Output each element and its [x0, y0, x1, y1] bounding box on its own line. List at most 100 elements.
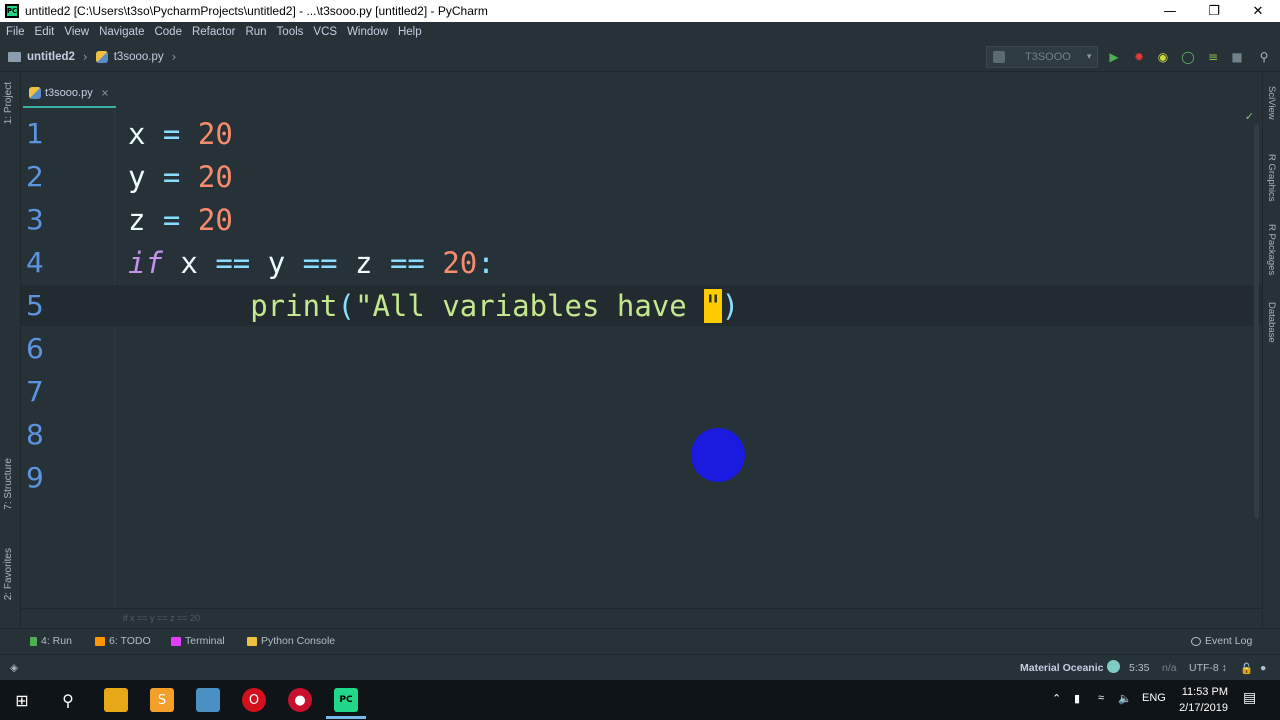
tray-expand-icon[interactable]: ⌃	[1052, 692, 1061, 705]
code-breadcrumb[interactable]: if x == y == z == 20	[123, 613, 200, 623]
close-button[interactable]: ✕	[1236, 0, 1280, 22]
tab-favorites[interactable]: 2: Favorites	[3, 548, 14, 600]
breadcrumb-file[interactable]: t3sooo.py	[114, 51, 164, 63]
record-icon[interactable]: ●	[288, 688, 312, 712]
editor-breadcrumb: if x == y == z == 20	[21, 608, 1262, 628]
caret-position[interactable]: 5:35	[1129, 662, 1149, 674]
line-number: 7	[26, 375, 44, 408]
run-icon[interactable]: ▶	[1106, 49, 1122, 65]
menu-file[interactable]: File	[6, 26, 25, 38]
window-controls: — ❐ ✕	[1148, 0, 1280, 22]
line-number: 8	[26, 418, 44, 451]
todo-icon	[95, 636, 105, 646]
coverage-icon[interactable]: ◉	[1155, 49, 1171, 65]
theme-label[interactable]: Material Oceanic	[1020, 662, 1103, 674]
close-icon[interactable]: ×	[101, 88, 109, 99]
minimize-button[interactable]: —	[1148, 0, 1192, 22]
tab-sciview[interactable]: SciView	[1266, 86, 1277, 120]
windows-taskbar: ⊞ ⚲ S O ● PC ⌃ ▮ ≈ 🔈 ENG 11:53 PM 2/17/2…	[0, 680, 1280, 720]
layers-icon[interactable]: ◈	[10, 662, 18, 674]
notepad-icon[interactable]	[196, 688, 220, 712]
line-number: 2	[26, 160, 44, 193]
maximize-button[interactable]: ❐	[1192, 0, 1236, 22]
tool-event-log[interactable]: Event Log	[1191, 635, 1252, 647]
menu-navigate[interactable]: Navigate	[99, 26, 144, 38]
breadcrumb-separator: ›	[82, 49, 88, 64]
search-icon[interactable]: ⚲	[56, 688, 80, 712]
menu-view[interactable]: View	[64, 26, 89, 38]
line-number: 6	[26, 332, 44, 365]
tab-database[interactable]: Database	[1266, 302, 1277, 343]
left-tool-strip: 1: Project 7: Structure 2: Favorites	[0, 72, 21, 628]
code-text: x = 20	[128, 116, 233, 151]
inspector-icon[interactable]: ●	[1260, 662, 1266, 674]
profile-icon[interactable]: ◯	[1180, 49, 1196, 65]
tab-r-packages[interactable]: R Packages	[1266, 224, 1277, 275]
tab-label: t3sooo.py	[45, 87, 93, 99]
line-number: 1	[26, 117, 44, 150]
editor-tabs: t3sooo.py ×	[21, 80, 1262, 108]
line-number: 5	[26, 289, 44, 322]
code-line: 7	[21, 370, 1262, 413]
clock-time: 11:53 PM	[1181, 686, 1228, 698]
wifi-icon[interactable]: ≈	[1098, 692, 1104, 704]
terminal-icon	[171, 636, 181, 646]
concurrency-icon[interactable]: ≡	[1205, 49, 1221, 65]
theme-color-indicator	[1107, 660, 1120, 673]
volume-icon[interactable]: 🔈	[1118, 692, 1132, 705]
active-app-indicator	[326, 716, 366, 719]
code-editor[interactable]: ✓ 1 x = 20 2 y = 20 3 z = 20 4 if x == y…	[21, 110, 1262, 608]
code-line: 3 z = 20	[21, 198, 1262, 241]
code-line: 2 y = 20	[21, 155, 1262, 198]
menu-run[interactable]: Run	[245, 26, 266, 38]
line-number: 4	[26, 246, 44, 279]
code-line: 6	[21, 327, 1262, 370]
mouse-click-indicator	[691, 428, 745, 482]
tab-r-graphics[interactable]: R Graphics	[1266, 154, 1277, 202]
tab-t3sooo[interactable]: t3sooo.py ×	[23, 80, 116, 108]
title-bar: PC untitled2 [C:\Users\t3so\PycharmProje…	[0, 0, 1280, 22]
lock-icon[interactable]: 🔓	[1240, 662, 1253, 675]
code-line: 1 x = 20	[21, 112, 1262, 155]
tab-project[interactable]: 1: Project	[3, 82, 14, 124]
file-explorer-icon[interactable]	[104, 688, 128, 712]
search-icon[interactable]: ⚲	[1256, 49, 1272, 65]
text-cursor: "	[704, 288, 722, 323]
menu-vcs[interactable]: VCS	[313, 26, 337, 38]
python-file-icon	[95, 50, 108, 63]
tab-structure[interactable]: 7: Structure	[3, 458, 14, 510]
file-encoding[interactable]: UTF-8 ↕	[1189, 662, 1227, 674]
run-configuration-label: T3SOOO	[1025, 51, 1071, 63]
menu-window[interactable]: Window	[347, 26, 388, 38]
breadcrumb-project[interactable]: untitled2	[27, 51, 75, 63]
stop-icon[interactable]: ■	[1229, 49, 1245, 65]
code-line: 8	[21, 413, 1262, 456]
sublime-text-icon[interactable]: S	[150, 688, 174, 712]
notifications-icon[interactable]: ▤	[1243, 689, 1256, 706]
tool-terminal[interactable]: Terminal	[171, 635, 225, 647]
menu-bar: File Edit View Navigate Code Refactor Ru…	[0, 22, 1280, 42]
debug-icon[interactable]: ✹	[1131, 49, 1147, 65]
opera-icon[interactable]: O	[242, 688, 266, 712]
pycharm-taskbar-icon[interactable]: PC	[334, 688, 358, 712]
tool-todo[interactable]: 6: TODO	[95, 635, 151, 647]
language-indicator[interactable]: ENG	[1142, 692, 1166, 704]
tool-window-bar: 4: Run 6: TODO Terminal Python Console E…	[0, 628, 1280, 654]
clock-date: 2/17/2019	[1179, 702, 1228, 714]
code-text: z = 20	[128, 202, 233, 237]
windows-start-icon[interactable]: ⊞	[10, 688, 34, 712]
menu-help[interactable]: Help	[398, 26, 422, 38]
menu-tools[interactable]: Tools	[277, 26, 304, 38]
tool-python-console[interactable]: Python Console	[247, 635, 335, 647]
python-console-icon	[247, 636, 257, 646]
line-number: 9	[26, 461, 44, 494]
battery-icon[interactable]: ▮	[1074, 692, 1080, 705]
pycharm-logo-icon: PC	[5, 4, 19, 18]
run-configuration-select[interactable]: T3SOOO ▾	[986, 46, 1098, 68]
folder-icon	[8, 51, 21, 62]
tool-run[interactable]: 4: Run	[30, 635, 72, 647]
system-clock[interactable]: 11:53 PM 2/17/2019	[1179, 684, 1228, 716]
menu-code[interactable]: Code	[154, 26, 182, 38]
menu-edit[interactable]: Edit	[35, 26, 55, 38]
menu-refactor[interactable]: Refactor	[192, 26, 235, 38]
